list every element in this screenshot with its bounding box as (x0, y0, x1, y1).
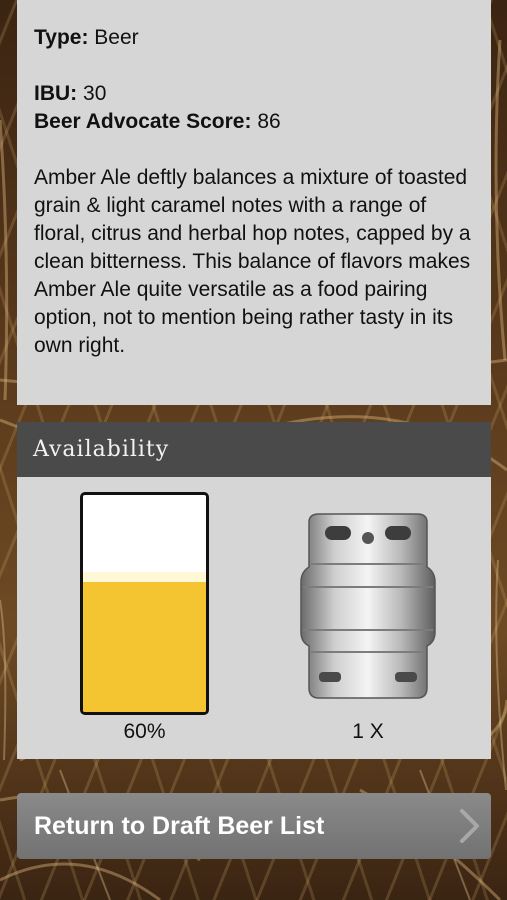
beer-foam (83, 572, 206, 582)
beer-description: Amber Ale deftly balances a mixture of t… (34, 166, 471, 357)
ibu-row: IBU: 30 (34, 80, 473, 108)
ibu-label: IBU: (34, 82, 78, 105)
beer-fill (83, 582, 206, 712)
ibu-value: 30 (83, 82, 107, 105)
availability-panel: 60% 1 X (17, 477, 491, 759)
beer-info-panel: Type: Beer IBU: 30 Beer Advocate Score: … (17, 0, 491, 405)
chevron-right-icon (460, 809, 479, 843)
type-row: Type: Beer (34, 24, 473, 52)
score-label: Beer Advocate Score: (34, 110, 252, 133)
keg-count-label: 1 X (352, 720, 384, 743)
return-button-label: Return to Draft Beer List (34, 812, 325, 840)
score-row: Beer Advocate Score: 86 (34, 108, 473, 136)
fill-percent-label: 60% (123, 720, 166, 743)
beer-glass-level (80, 492, 209, 715)
availability-header: Availability (17, 422, 491, 477)
type-label: Type: (34, 26, 89, 49)
return-to-draft-list-button[interactable]: Return to Draft Beer List (17, 793, 491, 859)
score-value: 86 (257, 110, 281, 133)
keg-icon (300, 513, 436, 699)
type-value: Beer (94, 26, 139, 49)
